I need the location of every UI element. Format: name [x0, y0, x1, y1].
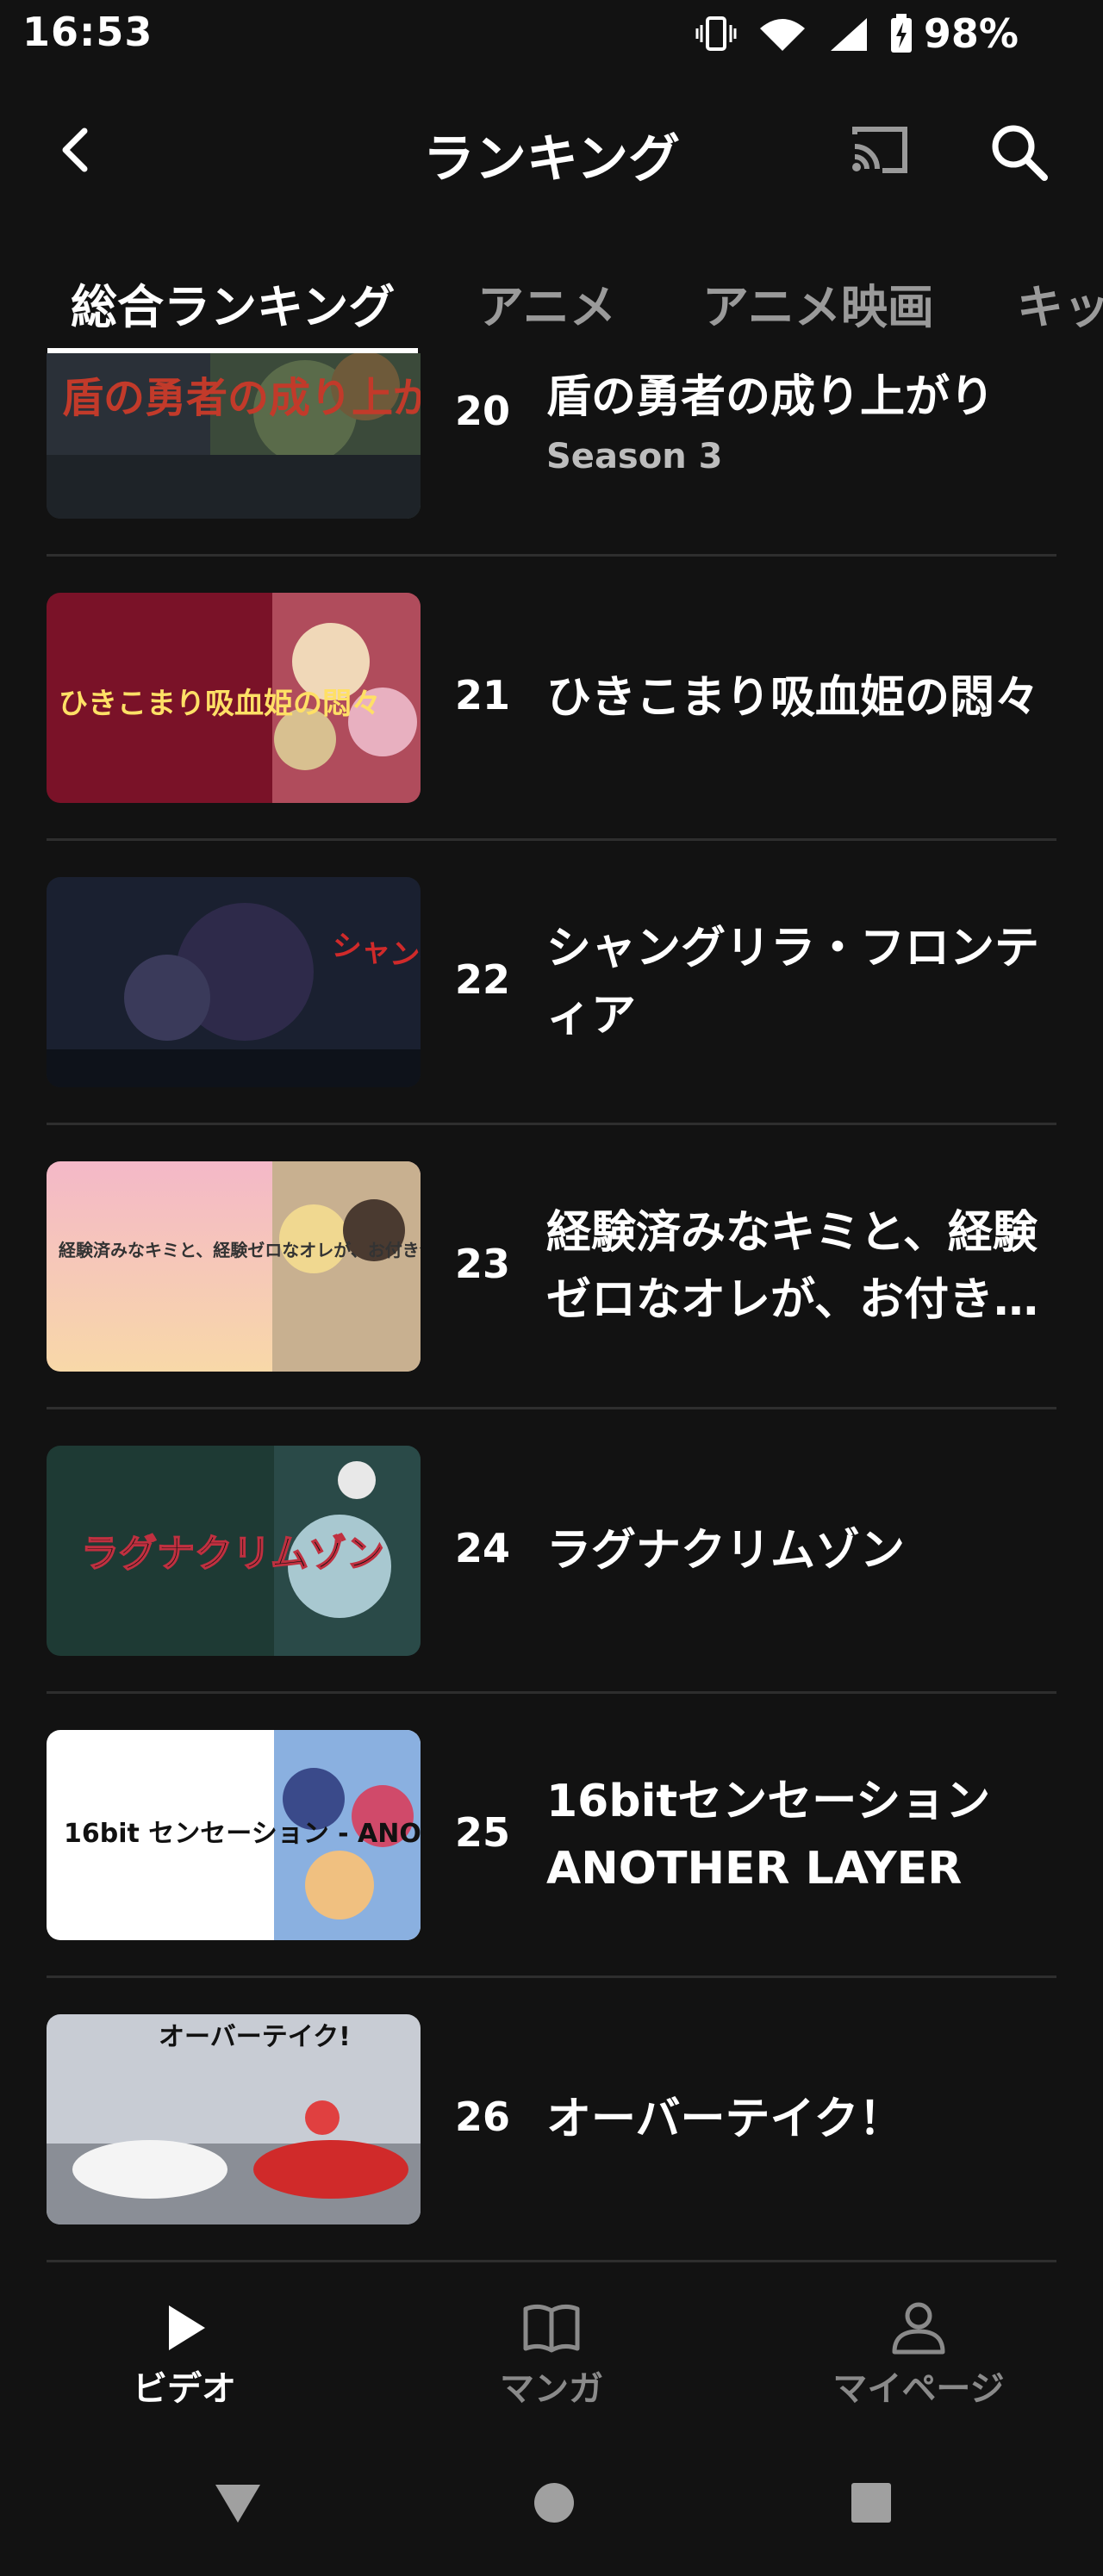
vibrate-icon [695, 16, 737, 51]
ranking-item[interactable]: 盾の勇者の成り上がり 20 盾の勇者の成り上がり Season 3 [47, 353, 1056, 557]
item-title: 経験済みなキミと、経験ゼロなオレが、お付き… [546, 1207, 1038, 1326]
thumbnail-image: シャングリラ [47, 877, 421, 1087]
item-subtitle: Season 3 [546, 437, 723, 476]
nav-label: マンガ [500, 2369, 603, 2409]
person-icon [892, 2302, 945, 2355]
play-icon [169, 2305, 205, 2350]
signal-icon [830, 18, 867, 51]
rank-number: 20 [455, 388, 511, 434]
app-bar: ランキング [0, 95, 1103, 207]
item-title: ひきこまり吸血姫の悶々 [546, 672, 1040, 724]
ranking-item[interactable]: ひきこまり吸血姫の悶々 21 ひきこまり吸血姫の悶々 [47, 557, 1056, 841]
rank-number: 22 [455, 956, 511, 1003]
item-title: シャングリラ・フロンティア [546, 923, 1040, 1042]
thumbnail-title-text: 16bit センセーション - ANOTHER LAYER - [64, 1819, 421, 1849]
rank-number: 21 [455, 672, 511, 719]
ranking-item[interactable]: ラグナクリムゾン 24 ラグナクリムゾン [47, 1409, 1056, 1694]
nav-label: ビデオ [133, 2369, 236, 2409]
search-icon[interactable] [988, 121, 1050, 183]
thumbnail-image: オーバーテイク! [47, 2014, 421, 2224]
rank-number: 24 [455, 1525, 511, 1571]
system-navigation [0, 2455, 1103, 2550]
ranking-item[interactable]: オーバーテイク! 26 オーバーテイク！ [47, 1978, 1056, 2262]
cast-icon[interactable] [850, 124, 910, 176]
nav-video[interactable]: ビデオ [55, 2300, 314, 2411]
thumbnail-image: 経験済みなキミと、経験ゼロなオレが、お付き合いする話。 [47, 1161, 421, 1372]
thumbnail-title-text: 盾の勇者の成り上がり [62, 374, 421, 422]
nav-label: マイページ [832, 2369, 1005, 2409]
item-title: 16bitセンセーション ANOTHER LAYER [546, 1776, 991, 1895]
item-title-text: 盾の勇者の成り上がり [546, 371, 995, 423]
rank-number: 23 [455, 1241, 511, 1287]
tab-anime-movie[interactable]: アニメ映画 [702, 269, 934, 337]
thumbnail-image: ひきこまり吸血姫の悶々 [47, 593, 421, 803]
ranking-list: 盾の勇者の成り上がり 20 盾の勇者の成り上がり Season 3 ひきこまり吸… [47, 353, 1056, 2266]
category-tabs: 総合ランキング アニメ アニメ映画 キッ [0, 258, 1103, 353]
thumbnail-title-text: ひきこまり吸血姫の悶々 [59, 687, 381, 721]
rank-number: 25 [455, 1809, 511, 1856]
back-triangle-icon[interactable] [212, 2481, 264, 2526]
item-title: オーバーテイク！ [546, 2094, 904, 2145]
item-title: 盾の勇者の成り上がり Season 3 [546, 364, 1056, 482]
battery-percent: 98% [923, 10, 1019, 57]
status-bar: 16:53 98% [0, 0, 1103, 72]
page-title: ランキング [422, 129, 681, 190]
book-icon [523, 2304, 580, 2353]
nav-manga[interactable]: マンガ [422, 2300, 681, 2411]
wifi-icon [759, 19, 805, 51]
status-icons: 98% [695, 10, 1019, 57]
tab-kids[interactable]: キッ [1017, 269, 1103, 337]
tab-overall-ranking[interactable]: 総合ランキング [71, 269, 395, 337]
ranking-item[interactable]: シャングリラ 22 シャングリラ・フロンティア [47, 841, 1056, 1125]
item-title: ラグナクリムゾン [546, 1525, 906, 1577]
rank-number: 26 [455, 2094, 511, 2140]
thumbnail-title-text: 経験済みなキミと、経験ゼロなオレが、お付き合いする話。 [59, 1240, 421, 1260]
thumbnail-image: 16bit センセーション - ANOTHER LAYER - [47, 1730, 421, 1940]
nav-mypage[interactable]: マイページ [789, 2300, 1048, 2411]
thumbnail-image: 盾の勇者の成り上がり [47, 353, 421, 519]
battery-icon [890, 14, 912, 53]
thumbnail-title-text: ラグナクリムゾン [81, 1532, 384, 1576]
ranking-item[interactable]: 16bit センセーション - ANOTHER LAYER - 25 16bit… [47, 1694, 1056, 1978]
ranking-item[interactable]: 経験済みなキミと、経験ゼロなオレが、お付き合いする話。 23 経験済みなキミと、… [47, 1125, 1056, 1409]
tab-anime[interactable]: アニメ [477, 269, 616, 337]
home-circle-icon[interactable] [533, 2481, 576, 2524]
status-time: 16:53 [22, 9, 153, 55]
thumbnail-image: ラグナクリムゾン [47, 1446, 421, 1656]
thumbnail-title-text: オーバーテイク! [159, 2022, 351, 2052]
recents-square-icon[interactable] [850, 2481, 893, 2524]
bottom-navigation: ビデオ マンガ マイページ [0, 2266, 1103, 2430]
